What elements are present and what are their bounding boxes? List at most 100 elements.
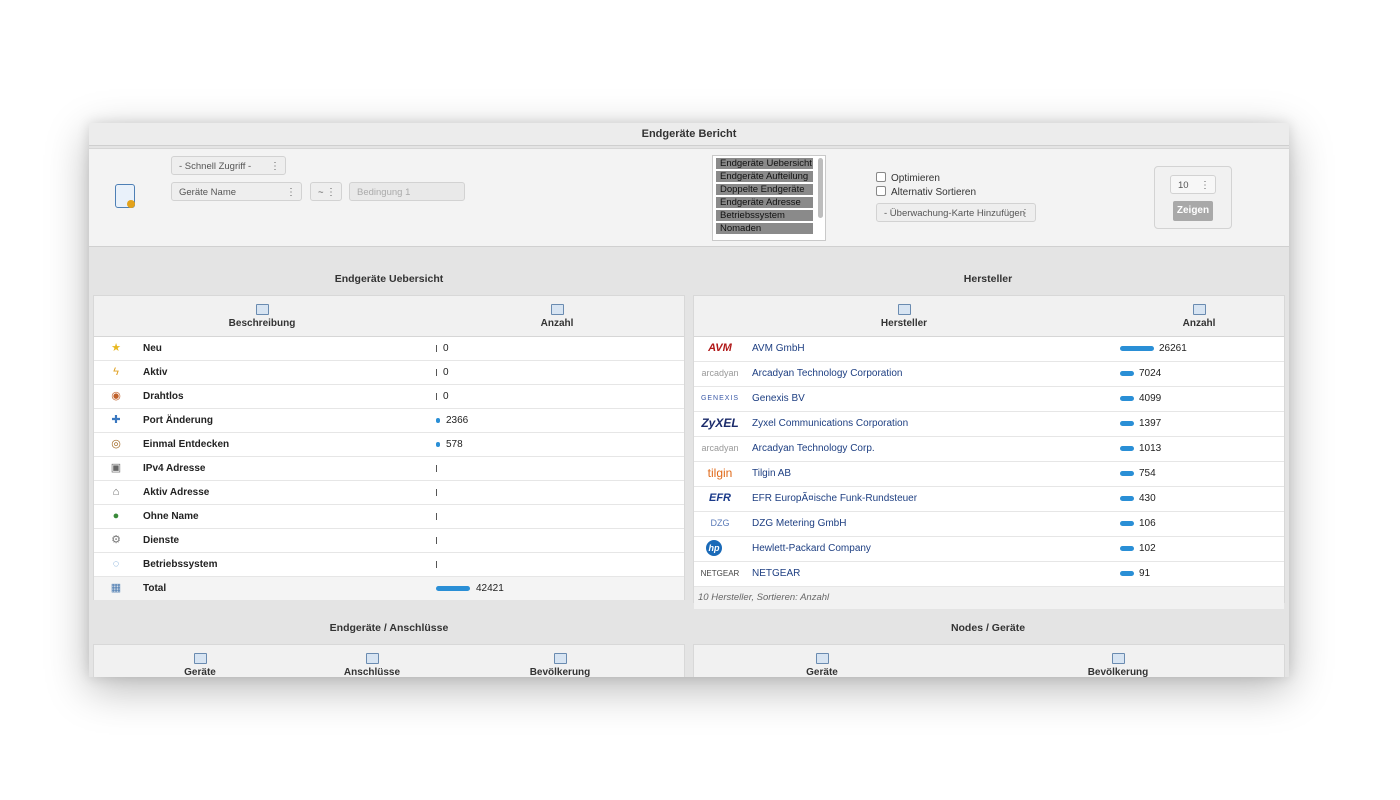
vendor-logo: AVM [708,342,732,354]
col-vendor[interactable]: Hersteller [854,304,954,329]
report-window: Endgeräte Bericht - Schnell Zugriff - ⋮ G… [89,123,1289,677]
report-option[interactable]: Endgeräte Uebersicht [716,158,813,169]
nodes-title: Nodes / Geräte [950,622,1026,634]
alt-sort-checkbox[interactable]: Alternativ Sortieren [876,186,976,198]
vendor-name-link[interactable]: Arcadyan Technology Corp. [752,437,875,460]
vendor-name-link[interactable]: NETGEAR [752,562,800,585]
report-option[interactable]: Doppelte Endgeräte [716,184,813,195]
overview-row[interactable]: ▣ IPv4 Adresse [94,457,684,481]
operator-select[interactable]: ~ ⋮ [310,182,342,201]
dropdown-icon: ⋮ [286,187,296,198]
count-bar [1120,396,1134,401]
col-node-population[interactable]: Bevölkerung [1068,653,1168,677]
vendor-name-link[interactable]: AVM GmbH [752,337,805,360]
report-listbox[interactable]: Endgeräte Uebersicht Endgeräte Aufteilung… [712,155,826,241]
vendor-logo: EFR [709,492,731,504]
col-description[interactable]: Beschreibung [212,304,312,329]
vendor-row[interactable]: ZyXEL Zyxel Communications Corporation 139… [694,412,1284,437]
overview-row-value: 0 [443,367,449,378]
vendor-row[interactable]: AVM AVM GmbH 26261 [694,337,1284,362]
overview-row-value: 2366 [446,415,469,426]
overview-row-value: 0 [443,391,449,402]
vendor-row-value: 106 [1139,518,1156,529]
overview-row-label: Total [143,583,167,594]
overview-row-value: 42421 [476,583,504,594]
eye-icon: ◎ [111,438,121,450]
overview-row[interactable]: ◎ Einmal Entdecken 578 [94,433,684,457]
vendor-row[interactable]: arcadyan Arcadyan Technology Corp. 1013 [694,437,1284,462]
vendor-row[interactable]: EFR EFR EuropÃ¤ische Funk-Rundsteuer 430 [694,487,1284,512]
condition-input[interactable]: Bedingung 1 [349,182,465,201]
checkbox-box[interactable] [876,172,886,182]
vendor-row[interactable]: GENEXIS Genexis BV 4099 [694,387,1284,412]
overview-row[interactable]: ▦ Total 42421 [94,577,684,600]
vendor-name-link[interactable]: DZG Metering GmbH [752,512,846,535]
field-select[interactable]: Geräte Name ⋮ [171,182,302,201]
overview-row[interactable]: ★ Neu 0 [94,337,684,361]
listbox-scrollbar[interactable] [818,158,823,218]
overview-row-label: Ohne Name [143,511,199,522]
col-count[interactable]: Anzahl [507,304,607,329]
col-ports[interactable]: Anschlüsse [322,653,422,677]
col-node-devices[interactable]: Geräte [772,653,872,677]
network-icon [550,304,564,315]
report-option[interactable]: Nomaden [716,223,813,234]
vendor-row[interactable]: arcadyan Arcadyan Technology Corporation 7… [694,362,1284,387]
network-icon [1111,653,1125,664]
vendor-row[interactable]: hp Hewlett-Packard Company 102 [694,537,1284,562]
checkbox-box[interactable] [876,186,886,196]
col-node-population-label: Bevölkerung [1087,667,1149,677]
count-bar [1120,346,1154,351]
overview-row[interactable]: ϟ Aktiv 0 [94,361,684,385]
vendor-name-link[interactable]: Tilgin AB [752,462,791,485]
overview-row-label: IPv4 Adresse [143,463,206,474]
connections-table: Geräte Anschlüsse Bevölkerung [93,644,685,677]
report-option[interactable]: Endgeräte Adresse [716,197,813,208]
count-bar [1120,371,1134,376]
report-option[interactable]: Endgeräte Aufteilung [716,171,813,182]
col-vendor-count-label: Anzahl [1182,318,1216,329]
vendor-logo: GENEXIS [700,395,740,402]
vendor-row[interactable]: DZG DZG Metering GmbH 106 [694,512,1284,537]
vendor-name-link[interactable]: Genexis BV [752,387,805,410]
col-devices[interactable]: Geräte [150,653,250,677]
vendor-name-link[interactable]: Zyxel Communications Corporation [752,412,908,435]
vendor-name-link[interactable]: EFR EuropÃ¤ische Funk-Rundsteuer [752,487,917,510]
col-population[interactable]: Bevölkerung [510,653,610,677]
vendor-name-link[interactable]: Hewlett-Packard Company [752,537,871,560]
vendor-name-link[interactable]: Arcadyan Technology Corporation [752,362,902,385]
vendor-logo: NETGEAR [700,569,740,578]
count-bar [1120,471,1134,476]
count-bar [1120,521,1134,526]
count-bar [436,418,440,423]
overview-row[interactable]: ◉ Drahtlos 0 [94,385,684,409]
count-bar [436,561,437,568]
overview-row[interactable]: ⚙ Dienste [94,529,684,553]
port-icon [365,653,379,664]
count-select[interactable]: 10 ⋮ [1170,175,1216,194]
lightning-icon: ϟ [113,366,119,378]
overview-row[interactable]: ✚ Port Änderung 2366 [94,409,684,433]
vendor-row[interactable]: NETGEAR NETGEAR 91 [694,562,1284,587]
col-vendor-count[interactable]: Anzahl [1149,304,1249,329]
add-map-select[interactable]: - Überwachung-Karte Hinzufügen ⋮ [876,203,1036,222]
vendors-table: Hersteller Anzahl AVM AVM GmbH 26261 arcady… [693,295,1285,609]
count-bar [436,465,437,472]
overview-row[interactable]: ◌ Betriebssystem [94,553,684,577]
overview-table: Beschreibung Anzahl ★ Neu 0 ϟ Aktiv 0 ◉ Drahtlo… [93,295,685,600]
quick-access-label: - Schnell Zugriff - [179,161,252,172]
gear-icon: ⚙ [111,534,121,546]
nodes-header: Geräte Bevölkerung [694,645,1284,677]
overview-title: Endgeräte Uebersicht [334,273,444,285]
vendor-logo: ZyXEL [701,416,739,430]
overview-row[interactable]: ● Ohne Name [94,505,684,529]
report-option[interactable]: Betriebssystem [716,210,813,221]
col-description-label: Beschreibung [228,318,296,329]
show-button[interactable]: Zeigen [1173,201,1213,221]
overview-row[interactable]: ⌂ Aktiv Adresse [94,481,684,505]
quick-access-select[interactable]: - Schnell Zugriff - ⋮ [171,156,286,175]
count-label: 10 [1178,180,1189,191]
optimize-checkbox[interactable]: Optimieren [876,172,940,184]
count-bar [1120,571,1134,576]
vendor-row[interactable]: tilgin Tilgin AB 754 [694,462,1284,487]
